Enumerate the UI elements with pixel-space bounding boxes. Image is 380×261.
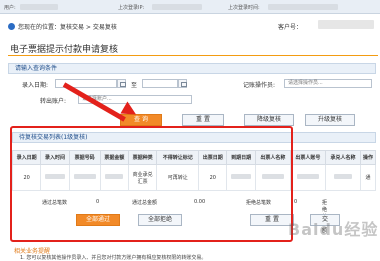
last-login-time-value (268, 4, 338, 10)
cell-bill-amount (99, 164, 130, 191)
rejected-count-value: 0 (294, 199, 298, 205)
pending-list-header: 待复核交易列表(1级复核) (12, 132, 376, 143)
col-bill-type: 票据种类 (127, 150, 158, 165)
account-label: 转出账户: (40, 98, 67, 105)
downgrade-review-button[interactable]: 降级复核 (244, 114, 294, 126)
col-drawer-name: 出票人名称 (254, 150, 291, 165)
table-row[interactable]: 20 商业承兑 汇票 可再转让 20 通 (11, 164, 376, 191)
breadcrumb-text: 您现在的位置：复核交易 > 交易复核 (18, 24, 117, 31)
cell-drawer-name (254, 164, 291, 191)
cell-acceptor-name (324, 164, 362, 191)
col-acceptor-name: 承兑人名称 (324, 150, 362, 165)
last-login-ip-value (152, 4, 202, 10)
bill-type-line2: 汇票 (137, 178, 148, 185)
approved-count-label: 通过总笔数 (42, 200, 68, 206)
entry-date-label: 录入日期: (22, 82, 49, 89)
col-bill-number: 票据号码 (68, 150, 101, 165)
approved-amount-value: 0.00 (194, 199, 206, 205)
cell-due-date (226, 164, 256, 191)
approve-all-button[interactable]: 全部通过 (76, 214, 120, 226)
customer-value (318, 20, 374, 29)
top-status-bar: 用户: 上次登录IP: 上次登录时间: (0, 0, 380, 14)
cell-entry-date: 20 (11, 164, 42, 191)
end-calendar-icon[interactable] (178, 79, 187, 88)
cell-drawer-account (289, 164, 326, 191)
col-entry-date: 录入日期 (11, 150, 42, 165)
breadcrumb: 您现在的位置：复核交易 > 交易复核 (8, 22, 117, 31)
customer-label: 客户号： (278, 24, 303, 31)
reject-all-button[interactable]: 全部拒绝 (138, 214, 182, 226)
cell-bill-type: 商业承兑 汇票 (127, 164, 158, 191)
table-header-row: 录入日期 录入时间 票据号码 票据金额 票据种类 不得转让标记 出票日期 到期日… (11, 150, 376, 165)
rejected-count-label: 拒绝总笔数 (246, 200, 272, 206)
start-calendar-icon[interactable] (117, 79, 126, 88)
approved-amount-label: 通过总金额 (132, 200, 158, 206)
end-date-input[interactable] (142, 79, 178, 88)
user-label: 用户: (4, 5, 16, 11)
approved-count-value: 0 (96, 199, 100, 205)
cell-action[interactable]: 通 (360, 164, 376, 191)
user-value (20, 4, 58, 10)
operator-select[interactable]: 请选择操作员... (284, 79, 372, 88)
cell-entry-time (40, 164, 70, 191)
page-title: 电子票据提示付款申请复核 (10, 45, 119, 55)
col-action: 操作 (360, 150, 376, 165)
bill-type-line1: 商业承兑 (132, 171, 153, 178)
col-entry-time: 录入时间 (40, 150, 70, 165)
reset-button[interactable]: 重 置 (182, 114, 224, 126)
col-transfer-flag: 不得转让标记 (156, 150, 200, 165)
summary-row: 通过总笔数 0 通过总金额 0.00 拒绝总笔数 0 拒绝总金额 (14, 196, 327, 234)
operator-label: 记账操作员: (243, 82, 276, 89)
col-due-date: 到期日期 (226, 150, 256, 165)
watermark: Baidu经验 (288, 220, 379, 239)
col-drawer-account: 出票人账号 (289, 150, 326, 165)
cell-bill-number (68, 164, 101, 191)
query-section-header: 请输入查询条件 (8, 63, 376, 74)
cell-issue-date: 20 (198, 164, 228, 191)
to-label: 至 (131, 82, 138, 89)
col-bill-amount: 票据金额 (99, 150, 130, 165)
upgrade-review-button[interactable]: 升级复核 (305, 114, 355, 126)
location-icon (8, 23, 15, 30)
title-divider (8, 55, 378, 56)
last-login-time-label: 上次登录时间: (228, 5, 260, 11)
cell-transfer-flag: 可再转让 (156, 164, 200, 191)
pending-transactions-table: 录入日期 录入时间 票据号码 票据金额 票据种类 不得转让标记 出票日期 到期日… (11, 150, 376, 191)
last-login-ip-label: 上次登录IP: (118, 5, 145, 11)
col-issue-date: 出票日期 (198, 150, 228, 165)
